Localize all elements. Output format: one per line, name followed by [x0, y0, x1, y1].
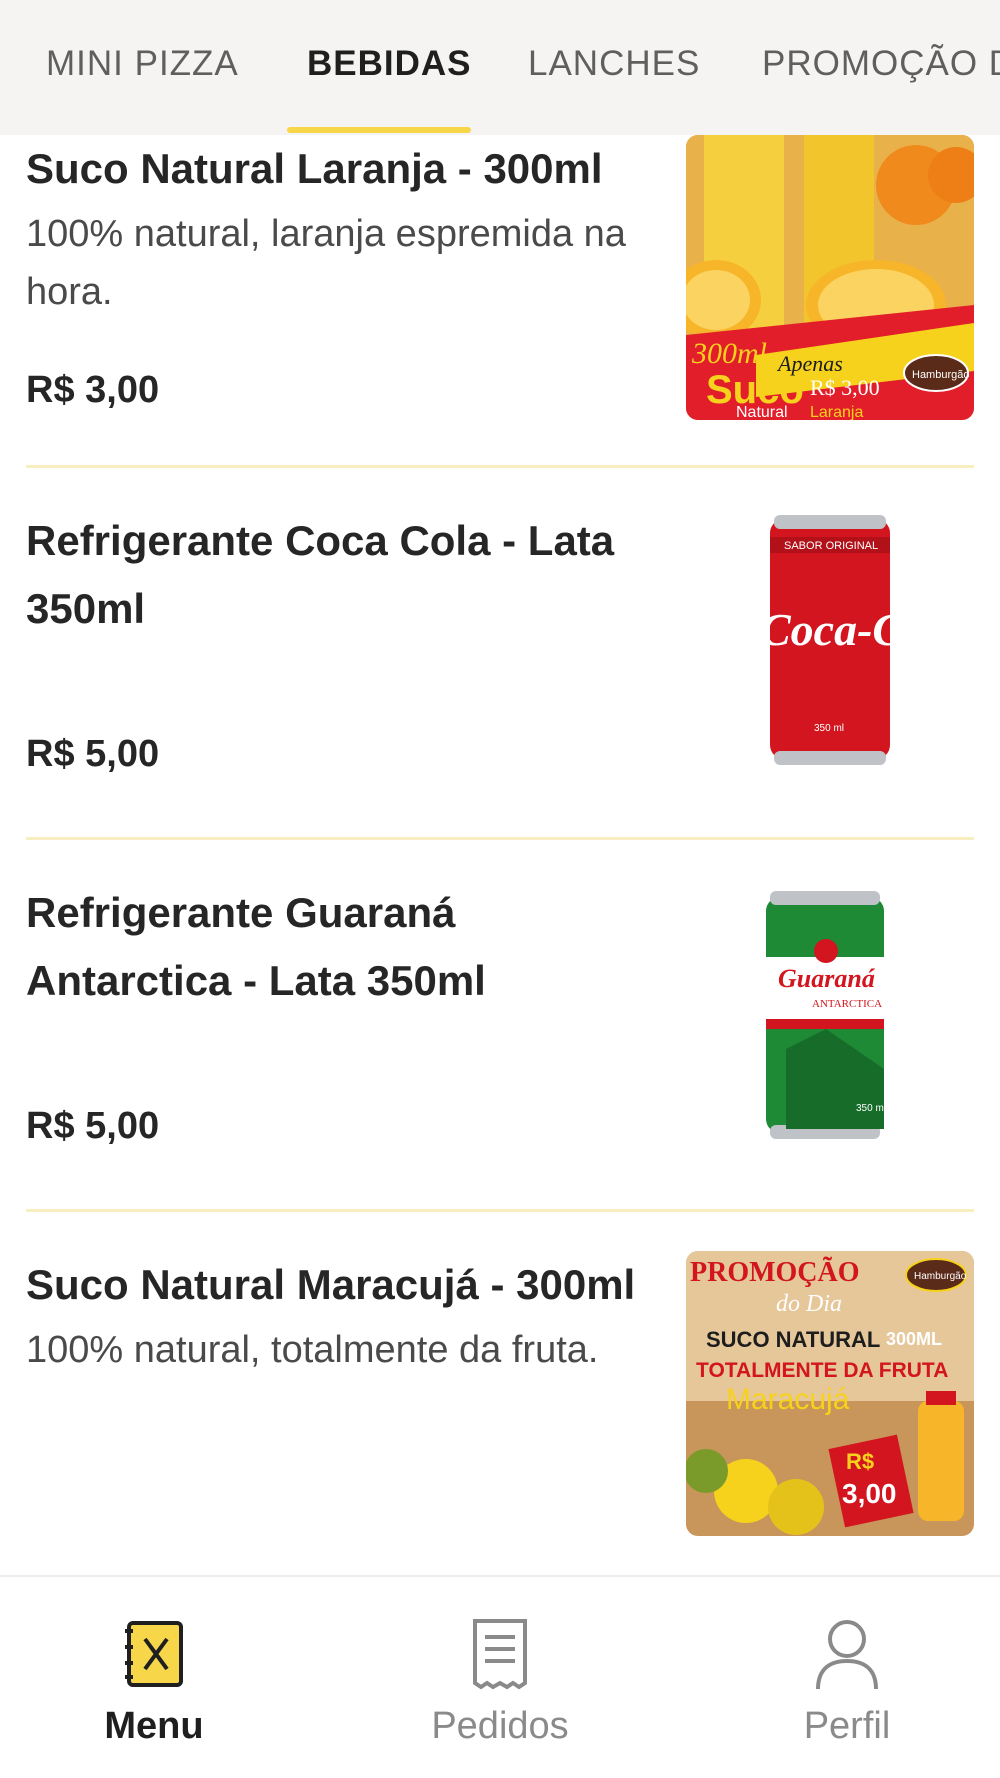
image-text-brand: Hamburgão — [912, 369, 969, 381]
guarana-can-image: Guaraná ANTARCTICA 350 ml — [686, 879, 974, 1164]
image-text-300: 3,00 — [842, 1478, 897, 1509]
image-text-cocacola: Coca-Cola — [760, 604, 962, 655]
image-text-totalmente: TOTALMENTE DA FRUTA — [696, 1359, 948, 1382]
list-item[interactable]: Suco Natural Laranja - 300ml 100% natura… — [0, 135, 1000, 467]
tab-promocao[interactable]: PROMOÇÃO DO — [762, 44, 1000, 84]
image-text-300ml: 300ML — [886, 1329, 942, 1349]
image-text-natural: Natural — [736, 404, 788, 420]
list-item[interactable]: Suco Natural Maracujá - 300ml 100% natur… — [0, 1251, 1000, 1575]
item-name: Suco Natural Maracujá - 300ml — [26, 1261, 636, 1308]
item-price: R$ 5,00 — [26, 733, 160, 775]
item-name: Suco Natural Laranja - 300ml — [26, 145, 603, 192]
item-name: Refrigerante Coca Cola - Lata 350ml — [26, 517, 615, 632]
nav-perfil[interactable]: Perfil — [717, 1617, 977, 1748]
tab-bebidas[interactable]: BEBIDAS — [307, 44, 472, 84]
image-text-volume: 350 ml — [814, 723, 844, 734]
list-item[interactable]: Refrigerante Coca Cola - Lata 350ml R$ 5… — [0, 507, 1000, 839]
product-list: Suco Natural Laranja - 300ml 100% natura… — [0, 135, 1000, 1575]
nav-pedidos[interactable]: Pedidos — [370, 1617, 630, 1748]
image-text-promocao: PROMOÇÃO — [690, 1257, 860, 1288]
category-tabs: MINI PIZZA BEBIDAS LANCHES PROMOÇÃO DO — [0, 0, 1000, 135]
divider — [26, 837, 974, 840]
image-text-laranja: Laranja — [810, 404, 863, 420]
image-text-do-dia: do Dia — [776, 1291, 842, 1317]
item-description: 100% natural, laranja espremida na hora. — [26, 213, 626, 313]
divider — [26, 465, 974, 468]
image-text-guarana: Guaraná — [778, 964, 876, 993]
coca-cola-can-image: SABOR ORIGINAL Coca-Cola 350 ml — [686, 507, 974, 792]
nav-menu-label: Menu — [104, 1705, 204, 1747]
menu-book-icon — [125, 1621, 183, 1687]
bottom-navigation: Menu Pedidos Perfil — [0, 1575, 1000, 1778]
tab-lanches[interactable]: LANCHES — [528, 44, 700, 84]
nav-perfil-label: Perfil — [803, 1705, 891, 1747]
image-text-maracuja: Maracujá — [726, 1383, 850, 1416]
list-item[interactable]: Refrigerante Guaraná Antarctica - Lata 3… — [0, 879, 1000, 1211]
divider — [26, 1209, 974, 1212]
receipt-icon — [473, 1619, 527, 1690]
item-name: Refrigerante Guaraná Antarctica - Lata 3… — [26, 889, 486, 1004]
image-text-price: R$ 3,00 — [810, 375, 880, 400]
item-price: R$ 5,00 — [26, 1105, 160, 1147]
image-text-suco-natural: SUCO NATURAL — [706, 1327, 880, 1352]
image-text-antarctica: ANTARCTICA — [812, 998, 882, 1010]
profile-icon — [816, 1620, 878, 1690]
image-text-volume: 350 ml — [856, 1103, 886, 1114]
image-text-brand: Hamburgão — [914, 1271, 967, 1282]
orange-juice-promo-image: 300ml Apenas Suco R$ 3,00 Natural Laranj… — [686, 135, 974, 420]
item-description: 100% natural, totalmente da fruta. — [26, 1329, 599, 1371]
item-price: R$ 3,00 — [26, 369, 160, 411]
nav-pedidos-label: Pedidos — [431, 1705, 569, 1747]
image-text-sabor: SABOR ORIGINAL — [784, 540, 878, 552]
active-tab-indicator — [287, 127, 471, 133]
tab-mini-pizza[interactable]: MINI PIZZA — [46, 44, 239, 84]
image-text-300ml: 300ml — [691, 337, 767, 370]
image-text-rs: R$ — [846, 1449, 874, 1474]
passion-fruit-juice-promo-image: PROMOÇÃO Hamburgão do Dia SUCO NATURAL 3… — [686, 1251, 974, 1536]
nav-menu[interactable]: Menu — [24, 1617, 284, 1748]
